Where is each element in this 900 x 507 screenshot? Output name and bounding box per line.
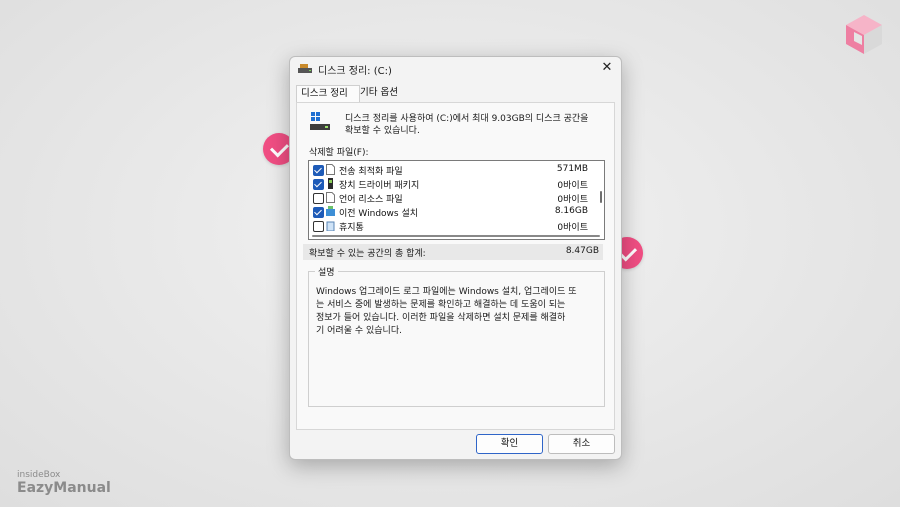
file-icon [326,164,335,175]
drive-icon [310,112,330,130]
description-text-line: 정보가 들어 있습니다. 이러한 파일을 삭제하면 설치 문제를 해결하 [316,313,566,323]
tab-panel: 디스크 정리를 사용하여 (C:)에서 최대 9.03GB의 디스크 공간을 확… [296,102,615,430]
watermark-small: insideBox [17,470,61,480]
watermark-brand: EazyManual [17,480,111,496]
description-group: 설명 Windows 업그레이드 로그 파일에는 Windows 설치, 업그레… [308,265,605,407]
total-space-value: 8.47GB [565,246,599,256]
driver-icon [328,178,333,189]
item-size: 0바이트 [557,195,588,205]
list-item[interactable]: 휴지통 0바이트 [309,219,592,233]
list-item[interactable]: 전송 최적화 파일 571MB [309,163,592,177]
item-name: 휴지통 [339,223,364,233]
ok-button[interactable]: 확인 [476,434,543,454]
description-text-line: 는 서비스 중에 발생하는 문제를 확인하고 해결하는 데 도움이 되는 [316,300,566,310]
close-button[interactable]: ✕ [597,59,617,77]
files-to-delete-label: 삭제할 파일(F): [309,148,369,158]
total-space-label: 확보할 수 있는 공간의 총 합계: [309,249,426,259]
list-item[interactable]: 장치 드라이버 패키지 0바이트 [309,177,592,191]
title-bar: 디스크 정리: (C:) ✕ [290,57,621,79]
description-text-line: 기 어려울 수 있습니다. [316,326,402,336]
checkbox[interactable] [313,165,324,176]
item-name: 언어 리소스 파일 [339,195,403,205]
checkbox[interactable] [313,207,324,218]
windows-setup-icon [326,206,335,216]
file-icon [326,192,335,203]
list-item[interactable]: 언어 리소스 파일 0바이트 [309,191,592,205]
total-space-bar: 확보할 수 있는 공간의 총 합계: 8.47GB [303,244,603,260]
item-size: 0바이트 [557,181,588,191]
item-name: 전송 최적화 파일 [339,167,403,177]
cube-logo-icon [846,15,882,54]
checkbox[interactable] [313,193,324,204]
item-name: 장치 드라이버 패키지 [339,181,420,191]
files-listbox[interactable]: 전송 최적화 파일 571MB 장치 드라이버 패키지 0바이트 언어 리소스 … [308,160,605,240]
vertical-scrollbar[interactable] [600,191,602,203]
description-line-2: 확보할 수 있습니다. [345,126,420,136]
tab-more-options[interactable]: 기타 옵션 [356,85,416,101]
item-size: 571MB [556,164,588,174]
item-size: 0바이트 [557,223,588,233]
disk-cleanup-icon [298,64,312,73]
horizontal-scrollbar[interactable] [312,235,600,237]
checkbox[interactable] [313,179,324,190]
checkbox[interactable] [313,221,324,232]
disk-cleanup-dialog: 디스크 정리: (C:) ✕ 디스크 정리 기타 옵션 디스크 정리를 사용하여… [289,56,622,460]
description-group-title: 설명 [315,265,338,278]
list-item[interactable]: 이전 Windows 설치 8.16GB [309,205,592,219]
tab-disk-cleanup[interactable]: 디스크 정리 [296,85,360,102]
item-size: 8.16GB [554,206,588,216]
cancel-button[interactable]: 취소 [548,434,615,454]
window-title: 디스크 정리: (C:) [318,66,392,77]
item-name: 이전 Windows 설치 [339,209,419,219]
description-text-line: Windows 업그레이드 로그 파일에는 Windows 설치, 업그레이드 … [316,287,577,297]
recycle-bin-icon [326,221,335,231]
